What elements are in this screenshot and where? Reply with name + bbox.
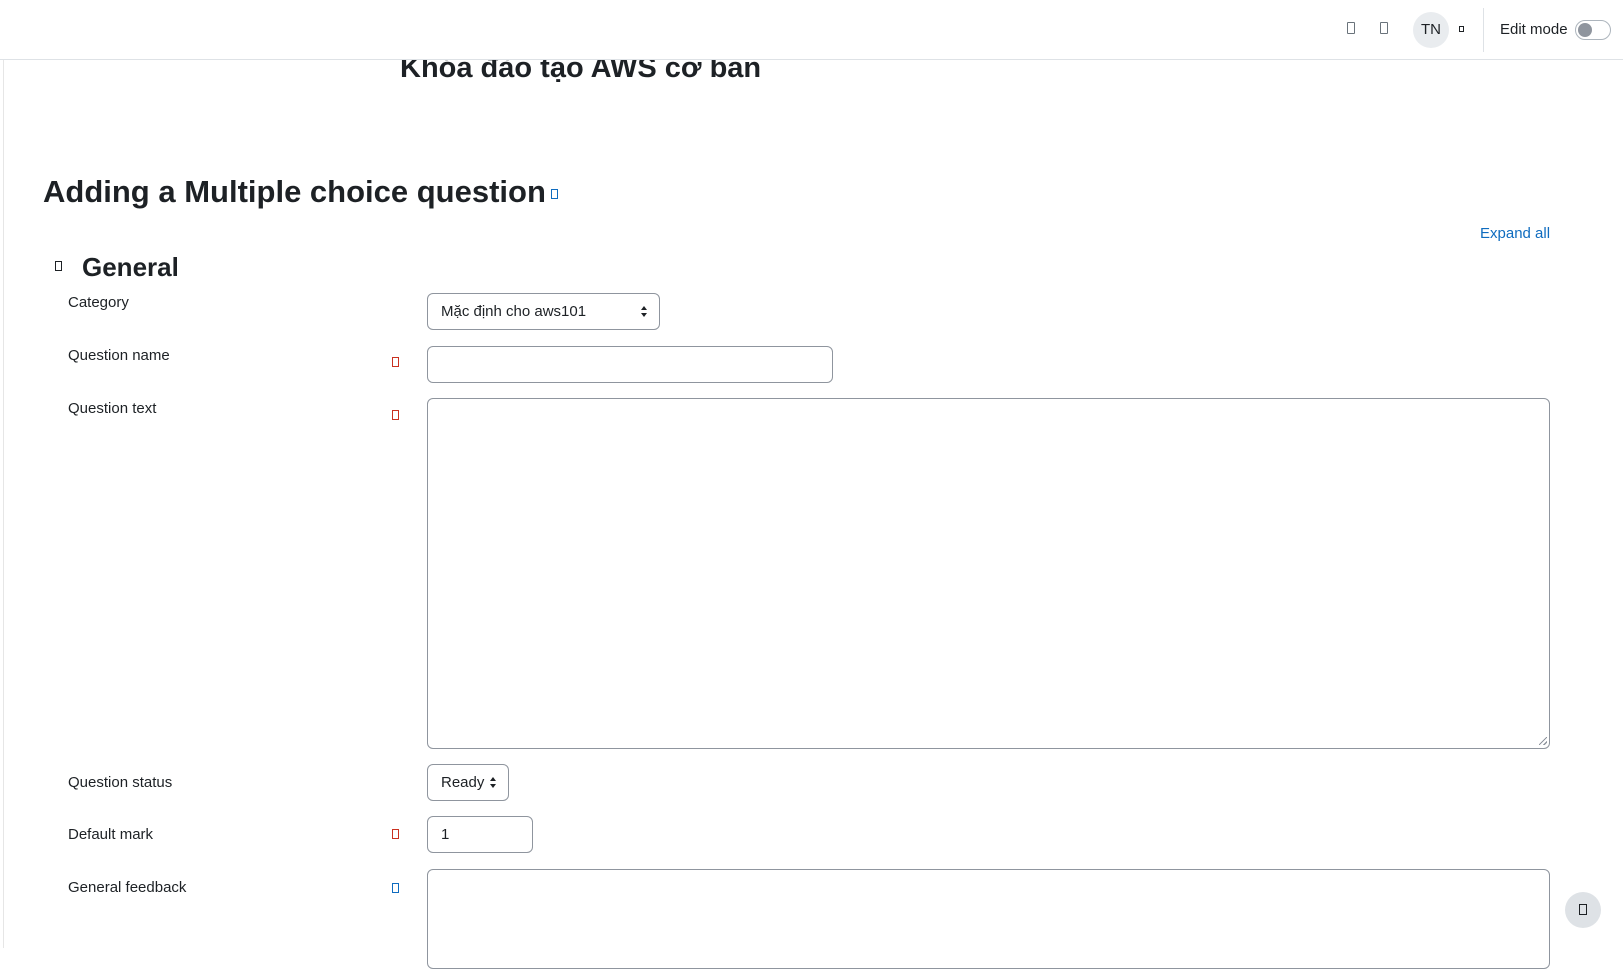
category-select-value: Mặc định cho aws101 [441, 303, 587, 320]
message-icon[interactable] [1380, 22, 1388, 34]
top-navbar: TN Edit mode [0, 0, 1623, 60]
help-floating-button[interactable] [1565, 892, 1601, 928]
question-name-label: Question name [68, 347, 170, 364]
question-status-select[interactable]: Ready [427, 764, 509, 801]
user-avatar[interactable]: TN [1413, 12, 1449, 48]
required-icon [392, 410, 399, 420]
question-status-value: Ready [441, 774, 485, 791]
question-name-input[interactable] [427, 346, 833, 383]
help-icon[interactable] [392, 883, 399, 893]
question-status-label: Question status [68, 774, 173, 791]
collapse-section-icon[interactable] [55, 261, 62, 271]
edit-mode-toggle[interactable] [1575, 20, 1611, 40]
page-title: Adding a Multiple choice question [43, 174, 558, 210]
question-text-label: Question text [68, 400, 157, 417]
required-icon [392, 357, 399, 367]
navbar-divider [1483, 8, 1484, 52]
edit-mode-label: Edit mode [1500, 21, 1568, 38]
page-left-rule [3, 60, 4, 948]
select-arrows-icon [490, 777, 497, 788]
category-select[interactable]: Mặc định cho aws101 [427, 293, 660, 330]
resize-handle-icon[interactable] [1539, 737, 1547, 745]
chevron-down-icon[interactable] [1459, 26, 1464, 32]
default-mark-input[interactable] [427, 816, 533, 853]
help-icon[interactable] [550, 188, 558, 199]
bell-icon[interactable] [1347, 22, 1355, 34]
page-title-text: Adding a Multiple choice question [43, 174, 546, 209]
question-text-editor[interactable] [427, 398, 1550, 749]
select-arrows-icon [641, 306, 648, 317]
general-feedback-label: General feedback [68, 879, 187, 896]
default-mark-label: Default mark [68, 826, 154, 843]
toggle-knob [1578, 23, 1592, 37]
general-feedback-editor[interactable] [427, 869, 1550, 969]
expand-all-link[interactable]: Expand all [1480, 225, 1550, 242]
question-icon [1579, 904, 1587, 915]
section-title-general: General [82, 252, 179, 282]
required-icon [392, 829, 399, 839]
category-label: Category [68, 294, 129, 311]
